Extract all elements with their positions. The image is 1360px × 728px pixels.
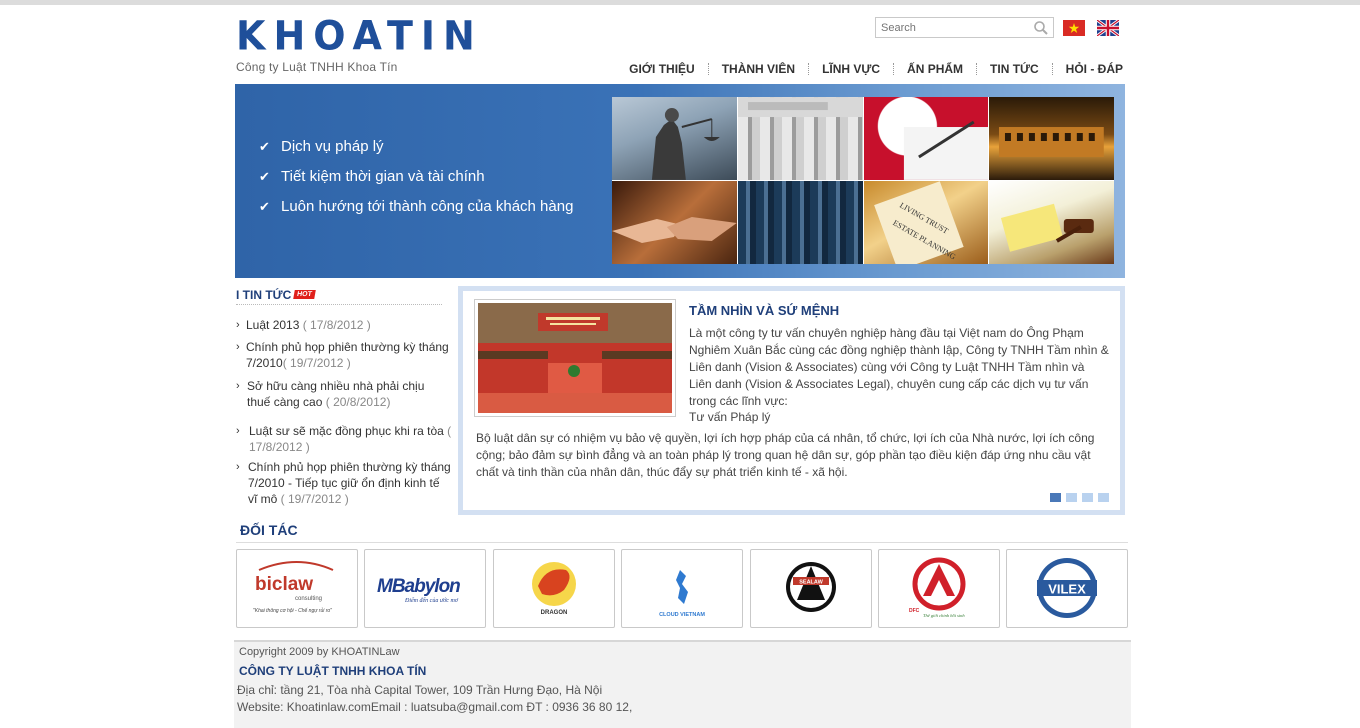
slider-pagination bbox=[1050, 493, 1109, 502]
handshake-image bbox=[612, 181, 737, 264]
slider-dot-1[interactable] bbox=[1050, 493, 1061, 502]
nav-an-pham[interactable]: ẤN PHẨM bbox=[894, 62, 976, 76]
dragon-logo-text: DRAGON bbox=[541, 610, 568, 616]
logo-subtitle: Công ty Luật TNHH Khoa Tín bbox=[236, 60, 398, 74]
slider-dot-2[interactable] bbox=[1066, 493, 1077, 502]
hero-banner: ✔ Dịch vụ pháp lý ✔ Tiết kiệm thời gian và… bbox=[235, 84, 1125, 278]
nav-tin-tuc[interactable]: TIN TỨC bbox=[977, 62, 1052, 76]
sealaw-logo-text: SEALAW bbox=[799, 580, 823, 586]
logo-text: KHOATIN bbox=[236, 12, 483, 60]
biclaw-tagline: "Khai thông cơ hội - Chế ngự rủi ro" bbox=[253, 607, 332, 614]
partner-mbabylon[interactable]: MBabylon Điểm đến của ước mơ bbox=[364, 549, 486, 628]
nav-gioi-thieu[interactable]: GIỚI THIỆU bbox=[616, 62, 708, 76]
partner-sealaw[interactable]: SEALAW bbox=[750, 549, 872, 628]
partner-dfc[interactable]: DFC Thế giới chinh hồi sinh bbox=[878, 549, 1000, 628]
main-nav: GIỚI THIỆU THÀNH VIÊN LĨNH VỰC ẤN PHẨM T… bbox=[616, 62, 1123, 76]
feature-title[interactable]: TẦM NHÌN VÀ SỨ MỆNH bbox=[689, 303, 839, 318]
law-books-image bbox=[737, 181, 863, 264]
colosseum-image bbox=[989, 97, 1114, 180]
footer-company-name: CÔNG TY LUẬT TNHH KHOA TÍN bbox=[239, 664, 427, 678]
partner-vilex[interactable]: VILEX bbox=[1006, 549, 1128, 628]
site-footer: Copyright 2009 by KHOATINLaw CÔNG TY LUẬ… bbox=[234, 640, 1131, 728]
news-item[interactable]: Chính phủ họp phiên thường kỳ tháng 7/20… bbox=[236, 459, 452, 507]
banner-bullets: ✔ Dịch vụ pháp lý ✔ Tiết kiệm thời gian và… bbox=[259, 132, 573, 222]
gavel-image bbox=[989, 181, 1114, 264]
site-logo[interactable]: KHOATIN Công ty Luật TNHH Khoa Tín bbox=[236, 12, 483, 74]
nav-linh-vuc[interactable]: LĨNH VỰC bbox=[809, 62, 893, 76]
news-header: I TIN TỨC HOT bbox=[236, 285, 442, 305]
feature-slider: TẦM NHÌN VÀ SỨ MỆNH Là một công ty tư vấ… bbox=[458, 286, 1125, 515]
copyright-text: Copyright 2009 by KHOATINLaw bbox=[239, 646, 400, 658]
mbabylon-tagline: Điểm đến của ước mơ bbox=[404, 597, 459, 604]
partners-divider bbox=[236, 542, 1128, 543]
banner-bullet: ✔ Dịch vụ pháp lý bbox=[259, 132, 573, 162]
news-item[interactable]: Luật sư sẽ mặc đồng phục khi ra tòa ( 17… bbox=[236, 423, 461, 455]
banner-bullet: ✔ Tiết kiệm thời gian và tài chính bbox=[259, 162, 573, 192]
justice-statue-image bbox=[612, 97, 737, 180]
check-icon: ✔ bbox=[259, 199, 270, 214]
news-item[interactable]: Chính phủ họp phiên thường kỳ tháng 7/20… bbox=[236, 339, 458, 371]
biclaw-logo-sub: consulting bbox=[295, 596, 322, 602]
feature-subtitle: Tư vấn Pháp lý bbox=[689, 410, 771, 424]
courthouse-columns-image bbox=[737, 97, 863, 180]
partner-dragon[interactable]: DRAGON bbox=[493, 549, 615, 628]
nav-hoi-dap[interactable]: HỎI - ĐÁP bbox=[1053, 62, 1123, 76]
nav-thanh-vien[interactable]: THÀNH VIÊN bbox=[709, 62, 808, 76]
search-icon[interactable] bbox=[1033, 20, 1049, 36]
vietnam-flag-icon[interactable] bbox=[1063, 20, 1085, 36]
estate-planning-image: LIVING TRUST ESTATE PLANNING bbox=[863, 181, 989, 264]
slider-dot-4[interactable] bbox=[1098, 493, 1109, 502]
news-item[interactable]: Luật 2013 ( 17/8/2012 ) bbox=[236, 317, 454, 333]
search-box bbox=[875, 17, 1054, 38]
banner-bullet: ✔ Luôn hướng tới thành công của khách hàn… bbox=[259, 192, 573, 222]
check-icon: ✔ bbox=[259, 139, 270, 154]
news-item[interactable]: Sở hữu càng nhiều nhà phải chịu thuế càn… bbox=[236, 378, 441, 410]
biclaw-logo-text: biclaw bbox=[255, 574, 313, 595]
footer-address: Địa chỉ: tầng 21, Tòa nhà Capital Tower,… bbox=[237, 683, 603, 697]
mbabylon-logo-text: MBabylon bbox=[377, 576, 460, 597]
cloud-vietnam-logo-text: CLOUD VIETNAM bbox=[659, 612, 705, 618]
dfc-tagline: Thế giới chinh hồi sinh bbox=[923, 613, 965, 618]
meeting-photo[interactable] bbox=[474, 299, 676, 417]
search-input[interactable] bbox=[876, 18, 1026, 38]
dfc-logo-text: DFC bbox=[909, 608, 920, 614]
footer-contact[interactable]: Website: Khoatinlaw.comEmail : luatsuba@… bbox=[237, 700, 632, 714]
news-title: I TIN TỨC bbox=[236, 287, 292, 302]
vilex-logo-text: VILEX bbox=[1048, 582, 1086, 597]
top-border bbox=[0, 0, 1360, 5]
partners-title: ĐỐI TÁC bbox=[240, 522, 298, 538]
partner-cloud-vietnam[interactable]: CLOUD VIETNAM bbox=[621, 549, 743, 628]
check-icon: ✔ bbox=[259, 169, 270, 184]
uk-flag-icon[interactable] bbox=[1096, 18, 1120, 38]
banner-collage: LIVING TRUST ESTATE PLANNING bbox=[612, 97, 1114, 264]
feature-paragraph: Bộ luật dân sự có nhiệm vụ bảo vệ quyền,… bbox=[476, 431, 1095, 479]
partner-biclaw[interactable]: biclaw consulting "Khai thông cơ hội - C… bbox=[236, 549, 358, 628]
feature-body: Là một công ty tư vấn chuyên nghiệp hàng… bbox=[689, 326, 1109, 408]
hot-badge: HOT bbox=[293, 290, 316, 299]
slider-dot-3[interactable] bbox=[1082, 493, 1093, 502]
seal-document-image bbox=[863, 97, 989, 180]
